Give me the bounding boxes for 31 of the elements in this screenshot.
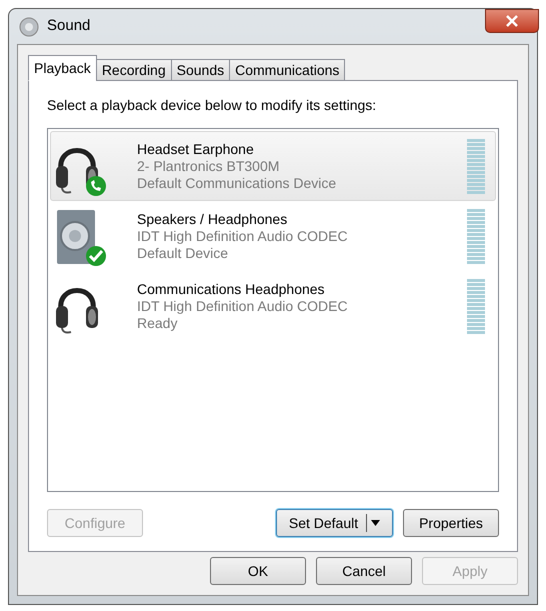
- device-name: Headset Earphone: [137, 140, 255, 158]
- device-name: Speakers / Headphones: [137, 210, 288, 228]
- button[interactable]: Cancel: [316, 557, 412, 585]
- tab[interactable]: Playback: [28, 55, 97, 81]
- level-meter-icon: [467, 138, 485, 194]
- tab[interactable]: Recording: [96, 59, 172, 81]
- device-status: Ready: [137, 314, 178, 332]
- tab[interactable]: Communications: [229, 59, 346, 81]
- level-meter-icon: [467, 278, 485, 334]
- tab[interactable]: Sounds: [170, 59, 230, 81]
- device-status: Default Device: [137, 244, 230, 262]
- instruction-text: Select a playback device below to modify its settings:: [47, 96, 378, 115]
- button[interactable]: Properties: [403, 509, 499, 537]
- window-title: Sound: [47, 16, 90, 36]
- speaker-app-icon: [19, 16, 39, 36]
- level-meter-icon: [467, 208, 485, 264]
- dropdown-arrow-icon: [371, 520, 380, 526]
- device-item[interactable]: Headset Earphone 2- Plantronics BT300M Default Communications Device: [50, 131, 496, 201]
- close-icon: [506, 15, 518, 27]
- phone-badge-icon: [85, 175, 107, 197]
- device-item[interactable]: Communications Headphones IDT High Definition Audio CODEC Ready: [50, 271, 496, 341]
- device-name: Communications Headphones: [137, 280, 326, 298]
- device-driver: IDT High Definition Audio CODEC: [137, 298, 349, 314]
- device-item[interactable]: Speakers / Headphones IDT High Definition Audio CODEC Default Device: [50, 201, 496, 271]
- button[interactable]: Set Default: [276, 509, 393, 537]
- device-driver: 2- Plantronics BT300M: [137, 158, 280, 174]
- device-status: Default Communications Device: [137, 174, 338, 192]
- device-driver: IDT High Definition Audio CODEC: [137, 228, 349, 244]
- check-badge-icon: [85, 245, 107, 267]
- button[interactable]: OK: [210, 557, 306, 585]
- close-button[interactable]: [485, 9, 539, 33]
